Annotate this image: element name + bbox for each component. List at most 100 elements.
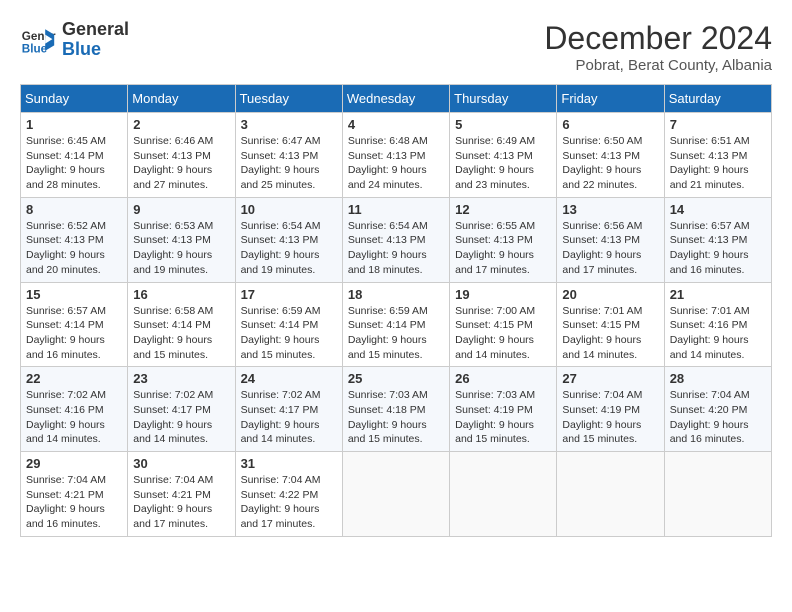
day-number: 18: [348, 287, 444, 302]
svg-text:Blue: Blue: [22, 42, 48, 55]
day-number: 20: [562, 287, 658, 302]
calendar-cell: 25 Sunrise: 7:03 AM Sunset: 4:18 PM Dayl…: [342, 367, 449, 452]
calendar-cell: 24 Sunrise: 7:02 AM Sunset: 4:17 PM Dayl…: [235, 367, 342, 452]
day-info: Sunrise: 6:51 AM Sunset: 4:13 PM Dayligh…: [670, 134, 766, 193]
calendar-cell: 18 Sunrise: 6:59 AM Sunset: 4:14 PM Dayl…: [342, 282, 449, 367]
title-block: December 2024 Pobrat, Berat County, Alba…: [544, 20, 772, 74]
calendar-cell: 23 Sunrise: 7:02 AM Sunset: 4:17 PM Dayl…: [128, 367, 235, 452]
calendar-cell: 8 Sunrise: 6:52 AM Sunset: 4:13 PM Dayli…: [21, 197, 128, 282]
page-header: General Blue General Blue December 2024 …: [20, 20, 772, 74]
weekday-header-row: SundayMondayTuesdayWednesdayThursdayFrid…: [21, 85, 772, 113]
day-number: 31: [241, 456, 337, 471]
calendar-cell: 20 Sunrise: 7:01 AM Sunset: 4:15 PM Dayl…: [557, 282, 664, 367]
day-info: Sunrise: 7:00 AM Sunset: 4:15 PM Dayligh…: [455, 304, 551, 363]
day-number: 30: [133, 456, 229, 471]
day-number: 11: [348, 202, 444, 217]
day-info: Sunrise: 7:02 AM Sunset: 4:17 PM Dayligh…: [241, 388, 337, 447]
day-number: 17: [241, 287, 337, 302]
day-number: 24: [241, 371, 337, 386]
calendar-cell: 21 Sunrise: 7:01 AM Sunset: 4:16 PM Dayl…: [664, 282, 771, 367]
day-number: 6: [562, 117, 658, 132]
logo-icon: General Blue: [20, 22, 56, 58]
day-number: 25: [348, 371, 444, 386]
calendar-cell: 12 Sunrise: 6:55 AM Sunset: 4:13 PM Dayl…: [450, 197, 557, 282]
day-info: Sunrise: 7:04 AM Sunset: 4:21 PM Dayligh…: [26, 473, 122, 532]
day-info: Sunrise: 6:57 AM Sunset: 4:13 PM Dayligh…: [670, 219, 766, 278]
day-info: Sunrise: 6:46 AM Sunset: 4:13 PM Dayligh…: [133, 134, 229, 193]
calendar-cell: 27 Sunrise: 7:04 AM Sunset: 4:19 PM Dayl…: [557, 367, 664, 452]
calendar-cell: [557, 452, 664, 537]
calendar-cell: 7 Sunrise: 6:51 AM Sunset: 4:13 PM Dayli…: [664, 113, 771, 198]
day-info: Sunrise: 6:47 AM Sunset: 4:13 PM Dayligh…: [241, 134, 337, 193]
day-info: Sunrise: 7:04 AM Sunset: 4:19 PM Dayligh…: [562, 388, 658, 447]
day-number: 28: [670, 371, 766, 386]
day-info: Sunrise: 7:03 AM Sunset: 4:18 PM Dayligh…: [348, 388, 444, 447]
calendar-cell: [664, 452, 771, 537]
week-row-3: 15 Sunrise: 6:57 AM Sunset: 4:14 PM Dayl…: [21, 282, 772, 367]
week-row-4: 22 Sunrise: 7:02 AM Sunset: 4:16 PM Dayl…: [21, 367, 772, 452]
calendar-cell: 22 Sunrise: 7:02 AM Sunset: 4:16 PM Dayl…: [21, 367, 128, 452]
day-number: 5: [455, 117, 551, 132]
calendar-cell: 1 Sunrise: 6:45 AM Sunset: 4:14 PM Dayli…: [21, 113, 128, 198]
week-row-1: 1 Sunrise: 6:45 AM Sunset: 4:14 PM Dayli…: [21, 113, 772, 198]
day-info: Sunrise: 7:04 AM Sunset: 4:20 PM Dayligh…: [670, 388, 766, 447]
day-info: Sunrise: 7:02 AM Sunset: 4:17 PM Dayligh…: [133, 388, 229, 447]
calendar-cell: 30 Sunrise: 7:04 AM Sunset: 4:21 PM Dayl…: [128, 452, 235, 537]
day-info: Sunrise: 6:56 AM Sunset: 4:13 PM Dayligh…: [562, 219, 658, 278]
day-info: Sunrise: 6:49 AM Sunset: 4:13 PM Dayligh…: [455, 134, 551, 193]
day-number: 3: [241, 117, 337, 132]
day-number: 13: [562, 202, 658, 217]
day-number: 10: [241, 202, 337, 217]
day-info: Sunrise: 6:50 AM Sunset: 4:13 PM Dayligh…: [562, 134, 658, 193]
day-info: Sunrise: 7:02 AM Sunset: 4:16 PM Dayligh…: [26, 388, 122, 447]
calendar-cell: 19 Sunrise: 7:00 AM Sunset: 4:15 PM Dayl…: [450, 282, 557, 367]
calendar: SundayMondayTuesdayWednesdayThursdayFrid…: [20, 84, 772, 537]
day-info: Sunrise: 6:53 AM Sunset: 4:13 PM Dayligh…: [133, 219, 229, 278]
day-number: 1: [26, 117, 122, 132]
day-info: Sunrise: 7:01 AM Sunset: 4:16 PM Dayligh…: [670, 304, 766, 363]
day-info: Sunrise: 6:59 AM Sunset: 4:14 PM Dayligh…: [348, 304, 444, 363]
calendar-cell: 4 Sunrise: 6:48 AM Sunset: 4:13 PM Dayli…: [342, 113, 449, 198]
calendar-cell: 6 Sunrise: 6:50 AM Sunset: 4:13 PM Dayli…: [557, 113, 664, 198]
day-info: Sunrise: 6:55 AM Sunset: 4:13 PM Dayligh…: [455, 219, 551, 278]
calendar-cell: 15 Sunrise: 6:57 AM Sunset: 4:14 PM Dayl…: [21, 282, 128, 367]
day-info: Sunrise: 6:52 AM Sunset: 4:13 PM Dayligh…: [26, 219, 122, 278]
day-info: Sunrise: 6:58 AM Sunset: 4:14 PM Dayligh…: [133, 304, 229, 363]
calendar-cell: [450, 452, 557, 537]
day-info: Sunrise: 7:04 AM Sunset: 4:21 PM Dayligh…: [133, 473, 229, 532]
day-info: Sunrise: 7:03 AM Sunset: 4:19 PM Dayligh…: [455, 388, 551, 447]
weekday-header-tuesday: Tuesday: [235, 85, 342, 113]
day-number: 16: [133, 287, 229, 302]
day-number: 19: [455, 287, 551, 302]
day-info: Sunrise: 6:48 AM Sunset: 4:13 PM Dayligh…: [348, 134, 444, 193]
day-info: Sunrise: 7:04 AM Sunset: 4:22 PM Dayligh…: [241, 473, 337, 532]
day-number: 22: [26, 371, 122, 386]
day-number: 15: [26, 287, 122, 302]
calendar-cell: 14 Sunrise: 6:57 AM Sunset: 4:13 PM Dayl…: [664, 197, 771, 282]
calendar-cell: 31 Sunrise: 7:04 AM Sunset: 4:22 PM Dayl…: [235, 452, 342, 537]
calendar-cell: 11 Sunrise: 6:54 AM Sunset: 4:13 PM Dayl…: [342, 197, 449, 282]
day-number: 2: [133, 117, 229, 132]
day-number: 12: [455, 202, 551, 217]
day-number: 27: [562, 371, 658, 386]
week-row-2: 8 Sunrise: 6:52 AM Sunset: 4:13 PM Dayli…: [21, 197, 772, 282]
weekday-header-wednesday: Wednesday: [342, 85, 449, 113]
day-number: 23: [133, 371, 229, 386]
day-number: 8: [26, 202, 122, 217]
weekday-header-thursday: Thursday: [450, 85, 557, 113]
logo: General Blue General Blue: [20, 20, 129, 60]
day-info: Sunrise: 6:54 AM Sunset: 4:13 PM Dayligh…: [241, 219, 337, 278]
day-number: 26: [455, 371, 551, 386]
calendar-cell: 16 Sunrise: 6:58 AM Sunset: 4:14 PM Dayl…: [128, 282, 235, 367]
calendar-cell: 17 Sunrise: 6:59 AM Sunset: 4:14 PM Dayl…: [235, 282, 342, 367]
day-info: Sunrise: 6:45 AM Sunset: 4:14 PM Dayligh…: [26, 134, 122, 193]
weekday-header-sunday: Sunday: [21, 85, 128, 113]
calendar-cell: 29 Sunrise: 7:04 AM Sunset: 4:21 PM Dayl…: [21, 452, 128, 537]
day-number: 14: [670, 202, 766, 217]
location: Pobrat, Berat County, Albania: [544, 57, 772, 74]
weekday-header-friday: Friday: [557, 85, 664, 113]
day-info: Sunrise: 7:01 AM Sunset: 4:15 PM Dayligh…: [562, 304, 658, 363]
day-number: 21: [670, 287, 766, 302]
day-number: 7: [670, 117, 766, 132]
calendar-cell: 5 Sunrise: 6:49 AM Sunset: 4:13 PM Dayli…: [450, 113, 557, 198]
